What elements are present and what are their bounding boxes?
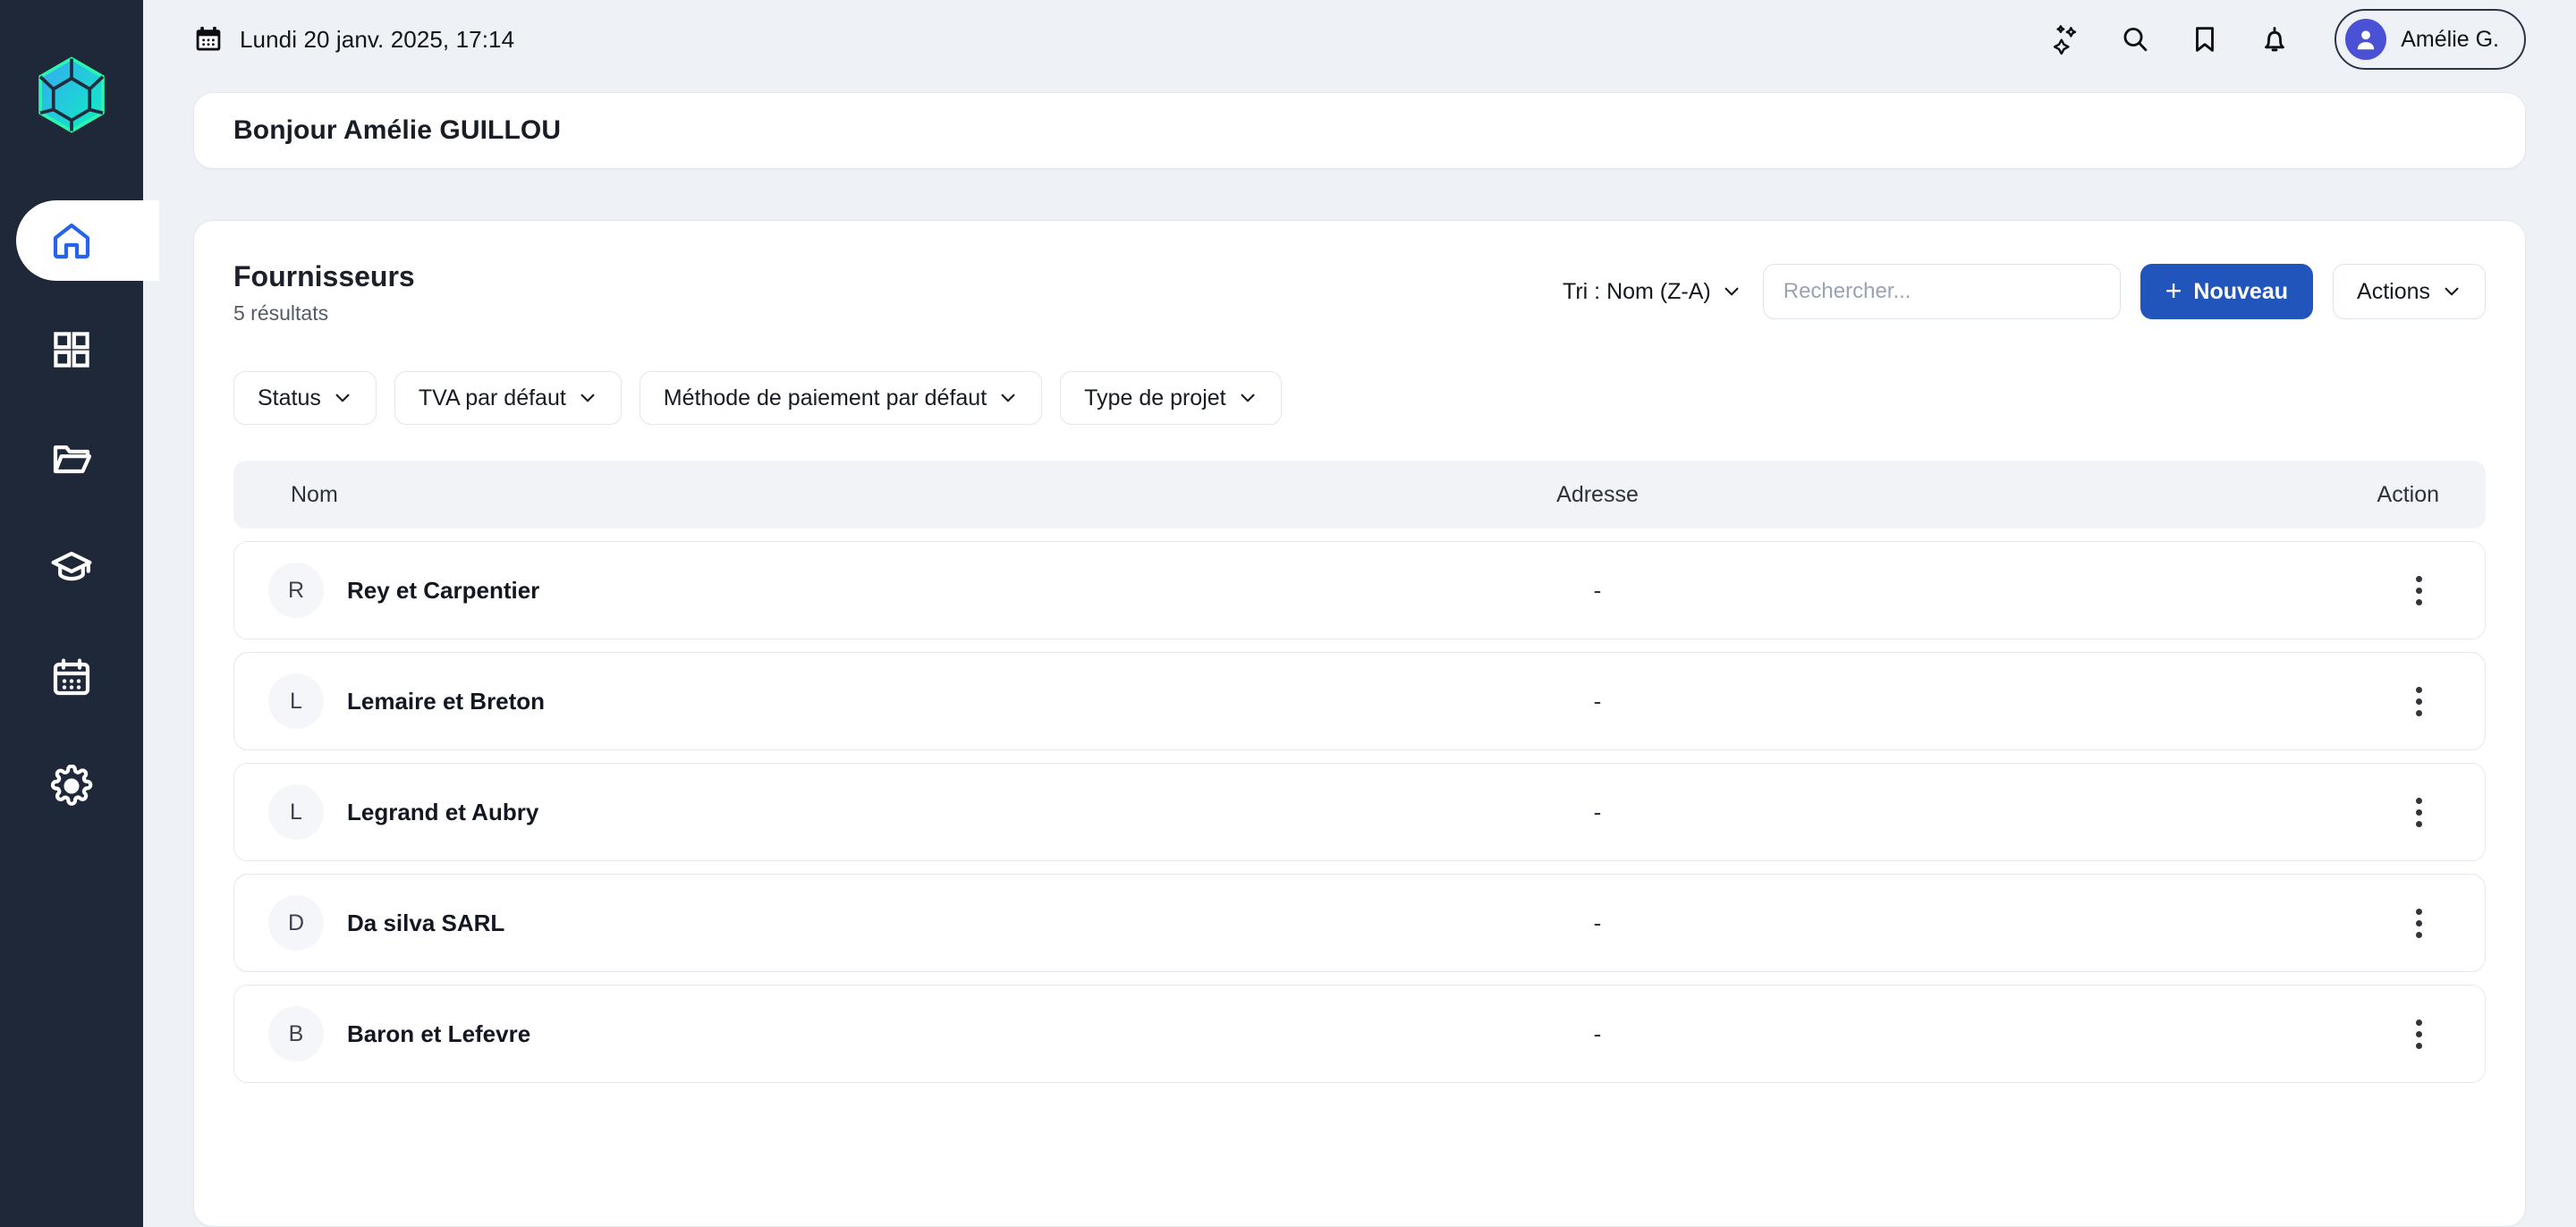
row-actions [2277, 903, 2438, 943]
row-actions [2277, 571, 2438, 610]
row-name-cell: R Rey et Carpentier [268, 563, 918, 618]
bell-icon[interactable] [2258, 22, 2292, 56]
avatar: R [268, 563, 324, 618]
topbar: Lundi 20 janv. 2025, 17:14 Amélie G. [143, 0, 2576, 79]
avatar: L [268, 673, 324, 729]
row-menu-icon[interactable] [2399, 681, 2438, 721]
row-menu-icon[interactable] [2399, 1014, 2438, 1054]
supplier-name: Rey et Carpentier [347, 576, 540, 604]
topbar-date-group: Lundi 20 janv. 2025, 17:14 [193, 24, 514, 55]
supplier-address: - [1593, 909, 1602, 936]
page-title: Bonjour Amélie GUILLOU [233, 115, 562, 145]
list-header: Fournisseurs 5 résultats Tri : Nom (Z-A)… [233, 260, 2486, 326]
sidebar-item-calendar[interactable] [0, 637, 143, 717]
bookmark-icon[interactable] [2188, 22, 2222, 56]
filter-default-payment-method[interactable]: Méthode de paiement par défaut [639, 371, 1043, 425]
suppliers-card: Fournisseurs 5 résultats Tri : Nom (Z-A)… [193, 220, 2526, 1227]
chevron-down-icon [1724, 287, 1739, 296]
filter-status-label: Status [258, 385, 321, 410]
actions-button[interactable]: Actions [2333, 264, 2486, 319]
actions-button-label: Actions [2357, 278, 2430, 304]
filter-default-vat[interactable]: TVA par défaut [394, 371, 622, 425]
avatar: D [268, 895, 324, 951]
sidebar-nav [0, 200, 159, 826]
filter-default-vat-label: TVA par défaut [418, 385, 566, 410]
avatar [2345, 19, 2387, 60]
chevron-down-icon [2445, 287, 2459, 296]
list-header-titles: Fournisseurs 5 résultats [233, 260, 415, 326]
chevron-down-icon [1241, 393, 1255, 402]
column-header-name: Nom [291, 481, 338, 507]
supplier-name: Da silva SARL [347, 909, 505, 936]
app-root: Lundi 20 janv. 2025, 17:14 Amélie G. Bon… [0, 0, 2576, 1227]
new-button-label: Nouveau [2193, 278, 2289, 304]
chevron-down-icon [335, 393, 350, 402]
search-box[interactable] [1762, 264, 2121, 319]
supplier-address: - [1593, 576, 1602, 604]
search-input[interactable] [1783, 279, 2100, 304]
avatar: B [268, 1006, 324, 1062]
table-row[interactable]: R Rey et Carpentier - [233, 541, 2486, 639]
row-actions [2277, 681, 2438, 721]
supplier-address: - [1593, 687, 1602, 715]
main-area: Lundi 20 janv. 2025, 17:14 Amélie G. Bon… [143, 0, 2576, 1227]
new-button[interactable]: + Nouveau [2140, 264, 2314, 319]
row-name-cell: L Legrand et Aubry [268, 784, 918, 840]
sort-dropdown[interactable]: Tri : Nom (Z-A) [1561, 275, 1743, 309]
row-actions [2277, 792, 2438, 832]
supplier-name: Baron et Lefevre [347, 1020, 531, 1047]
topbar-actions: Amélie G. [2048, 9, 2526, 70]
row-name-cell: B Baron et Lefevre [268, 1006, 918, 1062]
list-title: Fournisseurs [233, 260, 415, 292]
chevron-down-icon [580, 393, 595, 402]
table-row[interactable]: B Baron et Lefevre - [233, 985, 2486, 1083]
suppliers-table: Nom Adresse Action R Rey et Carpentier - [233, 461, 2486, 1083]
filter-project-type-label: Type de projet [1084, 385, 1226, 410]
cube-logo[interactable] [29, 52, 114, 138]
avatar: L [268, 784, 324, 840]
sort-label: Tri : Nom (Z-A) [1563, 278, 1711, 304]
row-name-cell: L Lemaire et Breton [268, 673, 918, 729]
sidebar [0, 0, 159, 1227]
filter-bar: Status TVA par défaut Méthode de paiemen… [233, 371, 2486, 425]
sidebar-item-files[interactable] [0, 419, 143, 499]
results-count-label: 5 résultats [233, 301, 329, 325]
row-menu-icon[interactable] [2399, 571, 2438, 610]
row-name-cell: D Da silva SARL [268, 895, 918, 951]
greeting-card: Bonjour Amélie GUILLOU [193, 92, 2526, 169]
calendar-icon [196, 26, 221, 51]
sidebar-item-training[interactable] [0, 528, 143, 608]
table-row[interactable]: L Legrand et Aubry - [233, 763, 2486, 861]
user-name-label: Amélie G. [2401, 26, 2499, 52]
supplier-name: Lemaire et Breton [347, 687, 546, 715]
sidebar-item-dashboard[interactable] [0, 309, 143, 390]
table-row[interactable]: L Lemaire et Breton - [233, 652, 2486, 750]
supplier-address: - [1593, 1020, 1602, 1047]
search-icon[interactable] [2118, 22, 2152, 56]
supplier-name: Legrand et Aubry [347, 798, 539, 825]
row-menu-icon[interactable] [2399, 903, 2438, 943]
filter-project-type[interactable]: Type de projet [1060, 371, 1282, 425]
row-menu-icon[interactable] [2399, 792, 2438, 832]
column-header-action: Action [2377, 481, 2439, 507]
filter-status[interactable]: Status [233, 371, 377, 425]
table-row[interactable]: D Da silva SARL - [233, 874, 2486, 972]
column-header-address: Adresse [1556, 481, 1639, 507]
supplier-address: - [1593, 798, 1602, 825]
user-menu-button[interactable]: Amélie G. [2334, 9, 2526, 70]
filter-default-payment-method-label: Méthode de paiement par défaut [663, 385, 987, 410]
plus-icon: + [2165, 274, 2182, 307]
list-toolbar: Tri : Nom (Z-A) + Nouveau Actions [1561, 260, 2486, 319]
table-header: Nom Adresse Action [233, 461, 2486, 529]
current-date-label: Lundi 20 janv. 2025, 17:14 [240, 25, 515, 53]
row-actions [2277, 1014, 2438, 1054]
sidebar-item-settings[interactable] [0, 746, 143, 826]
sparkles-icon[interactable] [2048, 22, 2082, 56]
chevron-down-icon [1001, 393, 1015, 402]
sidebar-item-home[interactable] [0, 200, 159, 281]
